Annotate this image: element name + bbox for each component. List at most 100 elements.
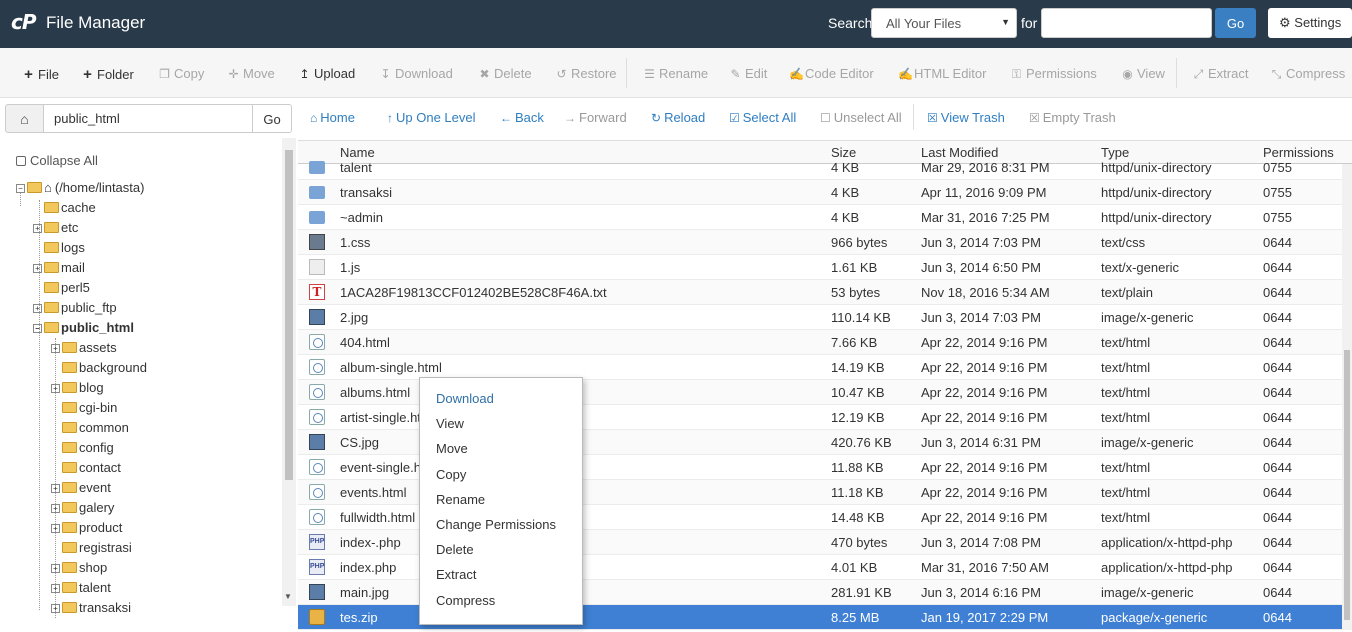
edit-toolbar-button[interactable]: ✎ Edit bbox=[729, 66, 767, 81]
back-button[interactable]: ← Back bbox=[500, 110, 544, 125]
home-button[interactable]: ⌂ Home bbox=[310, 110, 355, 125]
up-one-level-button[interactable]: ↑ Up One Level bbox=[387, 110, 476, 125]
context-menu-item-change-permissions[interactable]: Change Permissions bbox=[436, 517, 556, 532]
home-path-button[interactable]: ⌂ bbox=[5, 104, 44, 133]
upload-toolbar-button[interactable]: ↥ Upload bbox=[298, 66, 355, 81]
tree-item-event[interactable]: + event bbox=[51, 480, 111, 500]
search-go-button[interactable]: Go bbox=[1215, 8, 1256, 38]
tree-item-registrasi[interactable]: registrasi bbox=[51, 540, 132, 560]
table-row[interactable]: T 1ACA28F19813CCF012402BE528C8F46A.txt 53 … bbox=[298, 280, 1342, 305]
code-editor-toolbar-button[interactable]: ✍Code Editor bbox=[789, 66, 874, 81]
tree-root[interactable]: − ⌂ (/home/lintasta) bbox=[16, 180, 144, 200]
view-trash-button[interactable]: ☒ View Trash bbox=[927, 110, 1005, 125]
restore-toolbar-button[interactable]: ↺ Restore bbox=[555, 66, 616, 81]
tree-item-cgi-bin[interactable]: cgi-bin bbox=[51, 400, 117, 420]
move-toolbar-button[interactable]: ✛ Move bbox=[227, 66, 274, 81]
tree-item-label: registrasi bbox=[79, 540, 132, 555]
cell-perms: 0644 bbox=[1263, 535, 1292, 550]
context-menu-item-compress[interactable]: Compress bbox=[436, 593, 495, 608]
table-row[interactable]: 1.js 1.61 KB Jun 3, 2014 6:50 PM text/x-gen… bbox=[298, 255, 1342, 280]
cell-size: 11.88 KB bbox=[831, 460, 884, 475]
toolbar-label: HTML Editor bbox=[914, 66, 987, 81]
search-input[interactable] bbox=[1041, 8, 1212, 38]
table-row[interactable]: transaksi 4 KB Apr 11, 2016 9:09 PM httpd/u… bbox=[298, 180, 1342, 205]
tree-item-assets[interactable]: + assets bbox=[51, 340, 117, 360]
tree-item-galery[interactable]: + galery bbox=[51, 500, 114, 520]
expand-toggle-icon[interactable]: + bbox=[51, 584, 60, 593]
cell-size: 12.19 KB bbox=[831, 410, 885, 425]
expand-toggle-icon[interactable]: + bbox=[51, 384, 60, 393]
tree-item-cache[interactable]: cache bbox=[33, 200, 96, 220]
expand-toggle-icon[interactable]: + bbox=[51, 484, 60, 493]
tree-item-etc[interactable]: + etc bbox=[33, 220, 78, 240]
tree-item-perl5[interactable]: perl5 bbox=[33, 280, 90, 300]
cpanel-logo[interactable]: cP bbox=[11, 10, 36, 34]
file-toolbar-button[interactable]: + File bbox=[22, 66, 59, 83]
reload-button[interactable]: ↻ Reload bbox=[651, 110, 705, 125]
tree-item-logs[interactable]: logs bbox=[33, 240, 85, 260]
context-menu-item-download[interactable]: Download bbox=[436, 391, 494, 406]
delete-toolbar-button[interactable]: ✖ Delete bbox=[478, 66, 531, 81]
settings-button[interactable]: ⚙ Settings bbox=[1268, 8, 1352, 38]
compress-toolbar-button[interactable]: ⤡ Compress bbox=[1270, 66, 1346, 82]
context-menu-item-rename[interactable]: Rename bbox=[436, 492, 485, 507]
context-menu-item-delete[interactable]: Delete bbox=[436, 542, 474, 557]
search-scope-select[interactable]: All Your Files ▼ bbox=[871, 8, 1017, 38]
tree-item-public-html[interactable]: − public_html bbox=[33, 320, 134, 340]
html-file-icon bbox=[309, 334, 325, 350]
tree-item-public-ftp[interactable]: + public_ftp bbox=[33, 300, 117, 320]
view-toolbar-button[interactable]: ◉ View bbox=[1121, 66, 1165, 81]
collapse-all-button[interactable]: Collapse All bbox=[16, 153, 98, 168]
copy-toolbar-button[interactable]: ❐ Copy bbox=[158, 66, 204, 81]
table-row[interactable]: ~admin 4 KB Mar 31, 2016 7:25 PM httpd/unix… bbox=[298, 205, 1342, 230]
collapse-toggle-icon[interactable]: − bbox=[33, 324, 42, 333]
tree-item-config[interactable]: config bbox=[51, 440, 114, 460]
path-go-button[interactable]: Go bbox=[252, 104, 292, 133]
scroll-down-icon[interactable]: ▼ bbox=[284, 592, 292, 601]
context-menu-item-move[interactable]: Move bbox=[436, 441, 468, 456]
tree-item-blog[interactable]: + blog bbox=[51, 380, 104, 400]
collapse-toggle-icon[interactable]: − bbox=[16, 184, 25, 193]
tree-item-talent[interactable]: + talent bbox=[51, 580, 111, 600]
html-editor-toolbar-button[interactable]: ✍HTML Editor bbox=[898, 66, 986, 81]
table-row[interactable]: 2.jpg 110.14 KB Jun 3, 2014 7:03 PM image/x… bbox=[298, 305, 1342, 330]
tree-item-background[interactable]: background bbox=[51, 360, 147, 380]
tree-item-contact[interactable]: contact bbox=[51, 460, 121, 480]
path-input[interactable]: public_html bbox=[43, 104, 253, 133]
expand-toggle-icon[interactable]: + bbox=[51, 504, 60, 513]
expand-toggle-icon[interactable]: + bbox=[51, 604, 60, 613]
expand-toggle-icon[interactable]: + bbox=[51, 524, 60, 533]
tree-item-common[interactable]: common bbox=[51, 420, 129, 440]
expand-toggle-icon[interactable]: + bbox=[33, 304, 42, 313]
context-menu-item-copy[interactable]: Copy bbox=[436, 467, 466, 482]
table-row[interactable]: 1.css 966 bytes Jun 3, 2014 7:03 PM text/cs… bbox=[298, 230, 1342, 255]
table-row[interactable]: talent 4 KB Mar 29, 2016 8:31 PM httpd/unix… bbox=[298, 155, 1342, 180]
tree-item-product[interactable]: + product bbox=[51, 520, 122, 540]
eye-icon: ◉ bbox=[1122, 67, 1133, 81]
rename-toolbar-button[interactable]: ☰ Rename bbox=[643, 66, 708, 81]
expand-toggle-icon[interactable]: + bbox=[51, 344, 60, 353]
tree-item-transaksi[interactable]: + transaksi bbox=[51, 600, 131, 620]
folder-toolbar-button[interactable]: + Folder bbox=[81, 66, 134, 83]
folder-icon bbox=[62, 522, 77, 533]
extract-toolbar-button[interactable]: ⤢ Extract bbox=[1192, 66, 1249, 82]
context-menu-item-extract[interactable]: Extract bbox=[436, 567, 476, 582]
tree-item-mail[interactable]: + mail bbox=[33, 260, 85, 280]
sidebar-scrollbar-thumb[interactable] bbox=[285, 150, 293, 480]
forward-button[interactable]: → Forward bbox=[564, 110, 627, 125]
tree-item-shop[interactable]: + shop bbox=[51, 560, 107, 580]
empty-trash-button[interactable]: ☒ Empty Trash bbox=[1029, 110, 1116, 125]
context-menu-item-view[interactable]: View bbox=[436, 416, 464, 431]
select-all-button[interactable]: ☑ Select All bbox=[729, 110, 796, 125]
expand-toggle-icon[interactable]: + bbox=[33, 224, 42, 233]
toolbar-divider bbox=[626, 58, 627, 88]
expand-toggle-icon[interactable]: + bbox=[33, 264, 42, 273]
table-row[interactable]: 404.html 7.66 KB Apr 22, 2014 9:16 PM text/… bbox=[298, 330, 1342, 355]
expand-toggle-icon[interactable]: + bbox=[51, 564, 60, 573]
rename-icon: ☰ bbox=[644, 67, 655, 81]
permissions-toolbar-button[interactable]: ⚿ Permissions bbox=[1010, 66, 1097, 82]
file-list-scrollbar-thumb[interactable] bbox=[1344, 350, 1350, 620]
unselect-all-button[interactable]: ☐ Unselect All bbox=[820, 110, 902, 125]
download-toolbar-button[interactable]: ↧ Download bbox=[379, 66, 452, 81]
